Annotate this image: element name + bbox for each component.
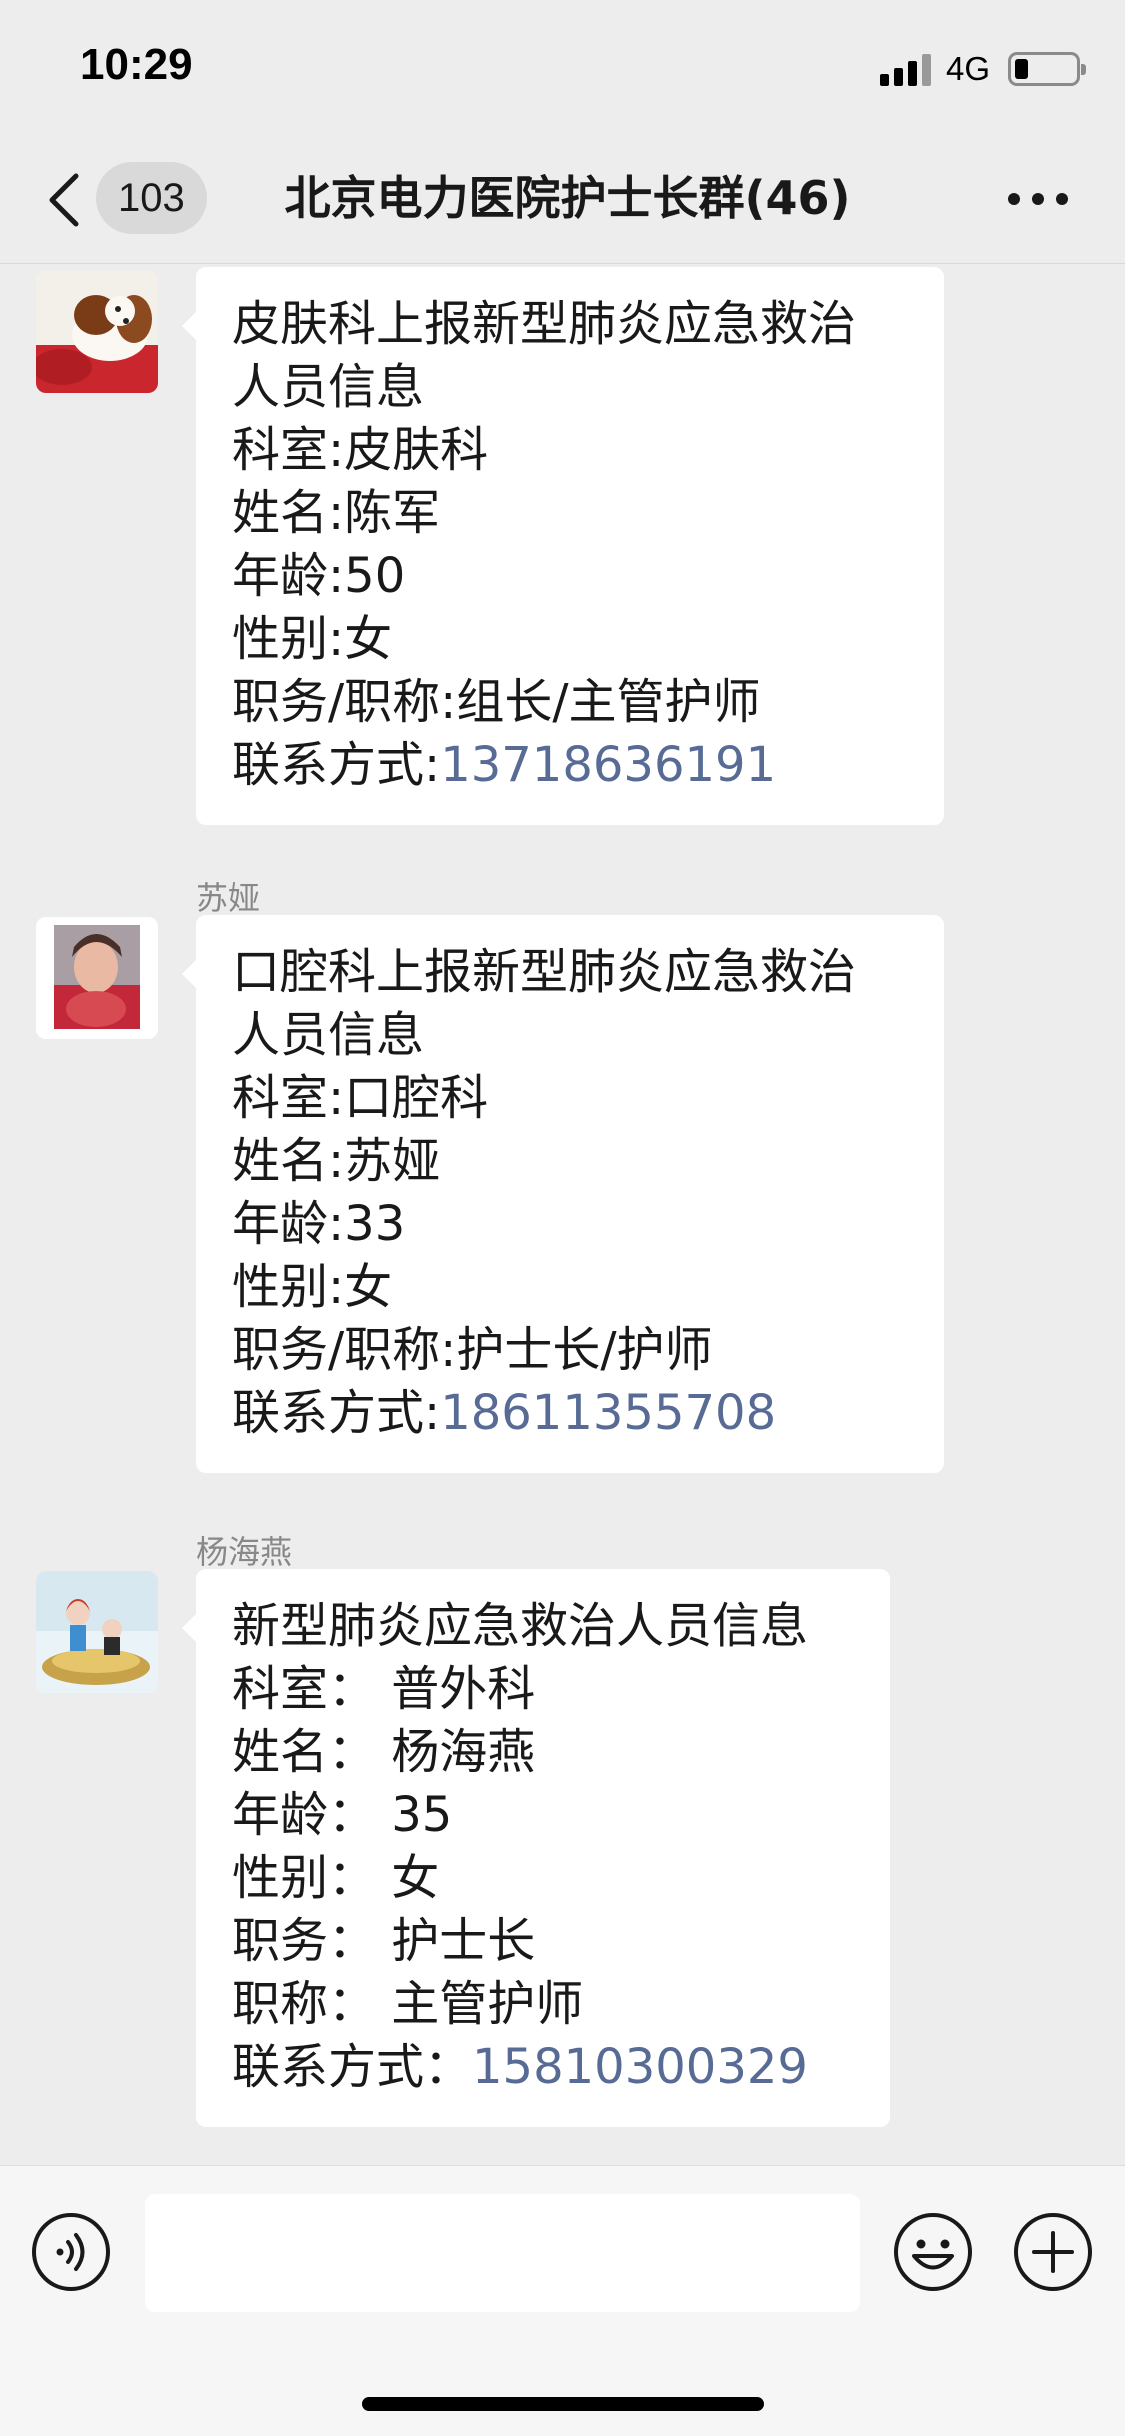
phone-link[interactable]: 13718636191 [440,737,776,793]
message-line: 年龄:50 [232,548,406,604]
message-line: 科室： 普外科 [232,1661,536,1717]
message-list[interactable]: 陈军 皮肤科上报新型肺炎应急救治 人员信息 科室:皮肤科 姓名:陈军 年龄:50… [0,265,1125,2165]
message-line: 人员信息 [232,359,425,415]
message-line: 科室:口腔科 [232,1070,489,1126]
message-line: 职务/职称:组长/主管护师 [232,674,761,730]
message-line: 职务： 护士长 [232,1913,536,1969]
message-bubble[interactable]: 皮肤科上报新型肺炎应急救治 人员信息 科室:皮肤科 姓名:陈军 年龄:50 性别… [182,267,944,825]
message-line: 姓名： 杨海燕 [232,1724,536,1780]
chat-header: 北京电力医院护士长群(46) 103 [0,132,1125,264]
message-line: 新型肺炎应急救治人员信息 [232,1598,809,1654]
message-line: 人员信息 [232,1007,425,1063]
message-line: 年龄： 35 [232,1787,453,1843]
voice-icon[interactable] [30,2211,112,2293]
contact-line: 联系方式:13718636191 [232,734,906,797]
signal-icon [880,52,932,86]
input-bar [0,2165,1125,2436]
status-bar: 10:29 4G [0,0,1125,132]
status-time: 10:29 [80,40,193,89]
message-line: 性别:女 [232,1259,393,1315]
contact-label: 联系方式: [232,1385,441,1441]
message-line: 姓名:陈军 [232,485,441,541]
cartoon-avatar[interactable] [36,1571,158,1693]
message-bubble[interactable]: 新型肺炎应急救治人员信息 科室： 普外科 姓名： 杨海燕 年龄： 35 性别： … [182,1569,890,2127]
phone-link[interactable]: 15810300329 [472,2039,808,2095]
message-line: 科室:皮肤科 [232,422,489,478]
message-line: 姓名:苏娅 [232,1133,441,1189]
message-line: 职称： 主管护师 [232,1976,584,2032]
contact-label: 联系方式： [232,2039,473,2095]
person-photo-avatar[interactable] [36,917,158,1039]
message-line: 皮肤科上报新型肺炎应急救治 [232,296,857,352]
contact-line: 联系方式:18611355708 [232,1382,906,1445]
dog-avatar[interactable] [36,271,158,393]
message-input[interactable] [145,2194,860,2312]
battery-icon [1008,52,1086,86]
unread-count-badge[interactable]: 103 [96,162,207,234]
message-line: 口腔科上报新型肺炎应急救治 [232,944,857,1000]
message-line: 职务/职称:护士长/护师 [232,1322,713,1378]
emoji-icon[interactable] [892,2211,974,2293]
home-indicator[interactable] [362,2397,764,2411]
sender-name: 苏娅 [196,879,261,917]
message-line: 性别： 女 [232,1850,440,1906]
sender-name: 杨海燕 [196,1533,293,1571]
plus-icon[interactable] [1012,2211,1094,2293]
network-type: 4G [946,50,991,87]
message-line: 性别:女 [232,611,393,667]
contact-label: 联系方式: [232,737,441,793]
phone-link[interactable]: 18611355708 [440,1385,776,1441]
contact-line: 联系方式：15810300329 [232,2036,852,2099]
chevron-left-icon[interactable] [40,170,90,230]
message-bubble[interactable]: 口腔科上报新型肺炎应急救治 人员信息 科室:口腔科 姓名:苏娅 年龄:33 性别… [182,915,944,1473]
more-dots-icon[interactable] [1006,180,1070,216]
message-line: 年龄:33 [232,1196,406,1252]
